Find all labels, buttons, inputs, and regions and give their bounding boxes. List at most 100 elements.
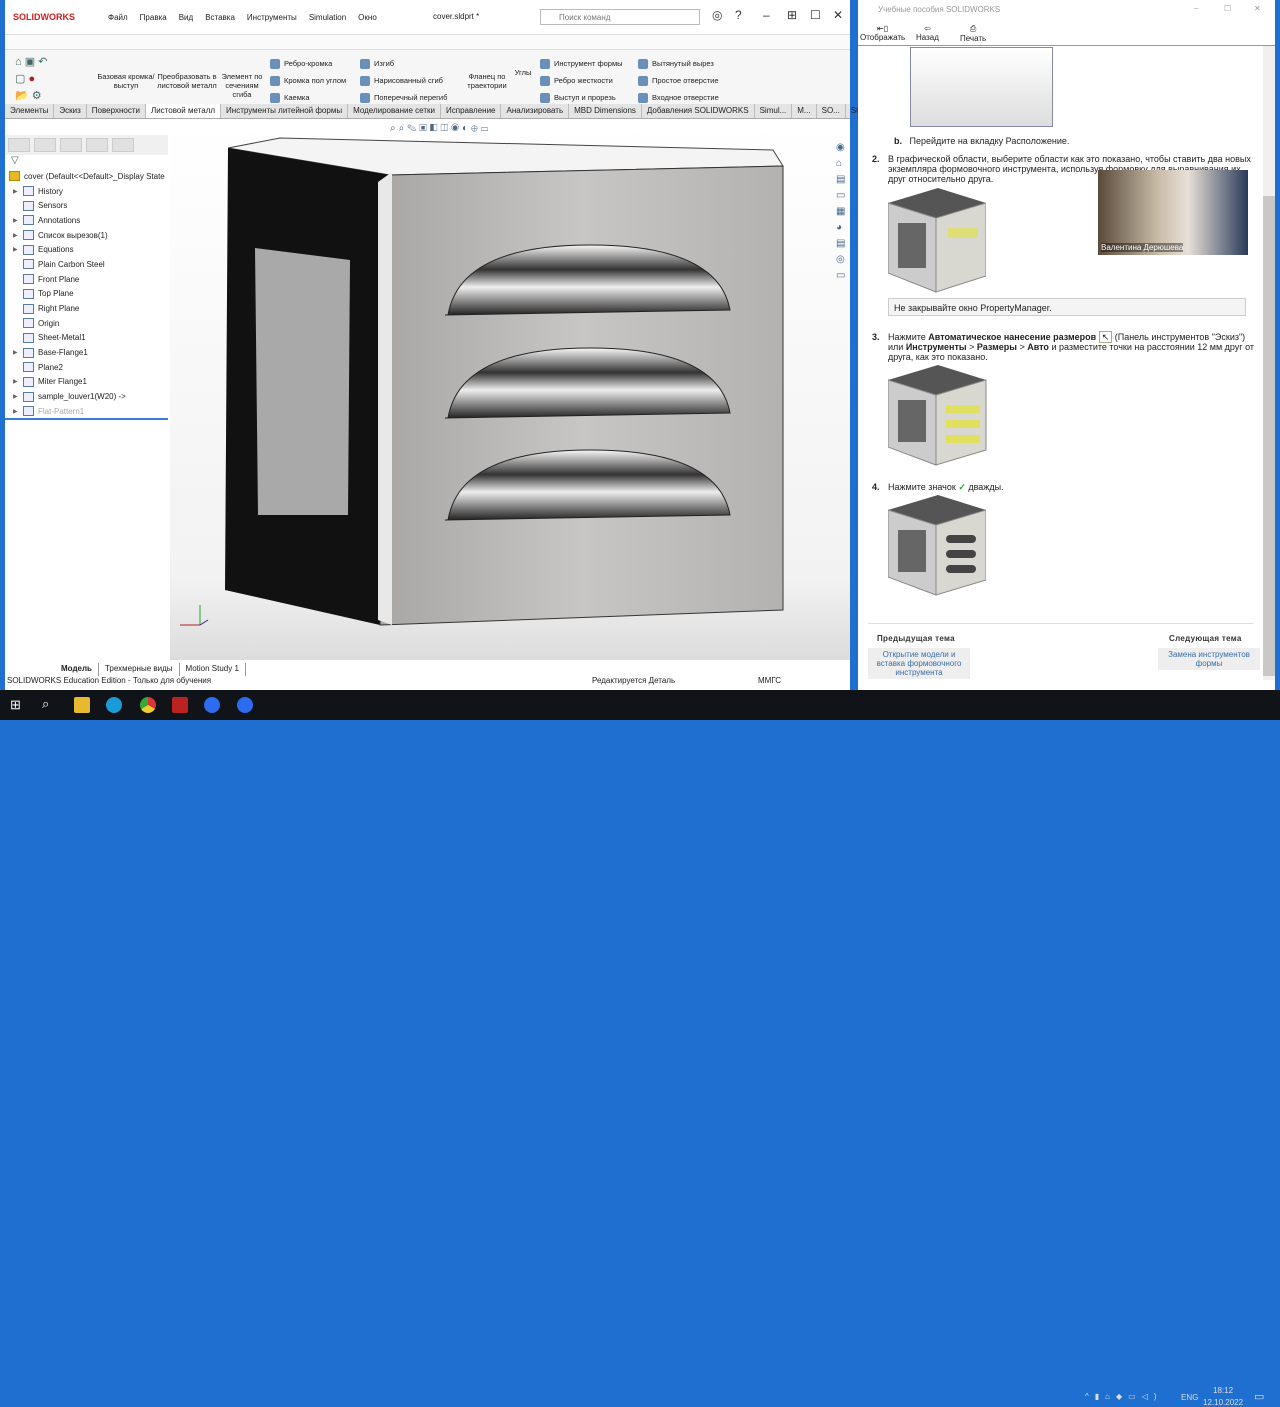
tab-0[interactable]: Элементы xyxy=(5,104,55,118)
forming-tool-button[interactable]: Инструмент формы xyxy=(540,55,623,72)
expand-arrow-icon[interactable]: ▶ xyxy=(13,188,23,195)
tree-item[interactable]: ▶ Flat-Pattern1 xyxy=(5,404,168,419)
feature-tree-tab[interactable] xyxy=(8,138,30,152)
menu-edit[interactable]: Правка xyxy=(140,13,167,22)
rebuild-icon[interactable]: ● xyxy=(28,73,35,85)
expand-arrow-icon[interactable]: ▶ xyxy=(13,217,23,224)
jog-button[interactable]: Изгиб xyxy=(360,55,447,72)
zoom-icon-2[interactable] xyxy=(237,697,253,713)
tab-4[interactable]: Инструменты литейной формы xyxy=(221,104,349,118)
scrollbar[interactable] xyxy=(1263,46,1275,680)
system-tray-icons[interactable]: ^▮⌂◆▭◁) xyxy=(1085,1392,1163,1401)
restore-panes-button[interactable]: ⊞ xyxy=(787,8,797,22)
expand-arrow-icon[interactable]: ▶ xyxy=(13,232,23,239)
simple-hole-button[interactable]: Простое отверстие xyxy=(638,72,719,89)
help-maximize-button[interactable]: ☐ xyxy=(1224,4,1231,13)
tab-3[interactable]: Листовой металл xyxy=(145,104,222,118)
tab-9[interactable]: Добавления SOLIDWORKS xyxy=(642,104,755,118)
tab-3d-views[interactable]: Трехмерные виды xyxy=(99,663,180,676)
menu-tools[interactable]: Инструменты xyxy=(247,13,297,22)
maximize-button[interactable]: ☐ xyxy=(810,8,821,22)
menu-simulation[interactable]: Simulation xyxy=(309,13,346,22)
sketched-bend-button[interactable]: Нарисованный сгиб xyxy=(360,72,447,89)
tree-item[interactable]: Plain Carbon Steel xyxy=(5,257,168,272)
expand-arrow-icon[interactable]: ▶ xyxy=(13,408,23,415)
tree-item[interactable]: ▶ History xyxy=(5,184,168,199)
tree-item[interactable]: ▶ Base-Flange1 xyxy=(5,345,168,360)
tab-1[interactable]: Эскиз xyxy=(54,104,87,118)
tree-item[interactable]: ▶ Список вырезов(1) xyxy=(5,228,168,243)
tab-7[interactable]: Анализировать xyxy=(501,104,570,118)
tree-item[interactable]: ▶ Miter Flange1 xyxy=(5,375,168,390)
tree-item[interactable]: Front Plane xyxy=(5,272,168,287)
tree-item[interactable]: Top Plane xyxy=(5,287,168,302)
help-close-button[interactable]: ✕ xyxy=(1254,4,1261,13)
menu-window[interactable]: Окно xyxy=(358,13,377,22)
property-manager-tab[interactable] xyxy=(34,138,56,152)
tab-10[interactable]: Simul... xyxy=(755,104,793,118)
edge-flange-button[interactable]: Ребро-кромка xyxy=(270,55,346,72)
print-button[interactable]: ⎙ Печать xyxy=(960,24,986,43)
user-icon[interactable]: ◎ xyxy=(712,8,722,22)
windows-start-icon[interactable]: ⊞ xyxy=(10,697,21,713)
miter-flange-button[interactable]: Кромка пол углом xyxy=(270,72,346,89)
language-indicator[interactable]: ENG xyxy=(1181,1393,1198,1402)
open-icon[interactable]: 📂 xyxy=(15,90,29,102)
file-explorer-icon[interactable] xyxy=(74,697,90,713)
menu-view[interactable]: Вид xyxy=(179,13,193,22)
tab-11[interactable]: M... xyxy=(792,104,817,118)
command-search-input[interactable]: Поиск команд xyxy=(540,9,700,25)
dimxpert-tab[interactable] xyxy=(86,138,108,152)
previous-topic-link[interactable]: Открытие модели и вставка формовочного и… xyxy=(868,648,970,679)
swept-flange-button[interactable]: Фланец по траектории xyxy=(463,72,511,90)
help-minimize-button[interactable]: – xyxy=(1194,4,1198,13)
tree-item[interactable]: ▶ Equations xyxy=(5,242,168,257)
zoom-icon[interactable] xyxy=(204,697,220,713)
convert-to-sheet-metal-button[interactable]: Преобразовать в листовой металл xyxy=(157,72,217,90)
corners-button[interactable]: Углы xyxy=(513,68,533,77)
display-manager-tab[interactable] xyxy=(112,138,134,152)
configuration-tab[interactable] xyxy=(60,138,82,152)
tab-8[interactable]: MBD Dimensions xyxy=(569,104,642,118)
tree-item[interactable]: Sheet-Metal1 xyxy=(5,331,168,346)
task-pane-tabs[interactable]: ◉ ⌂ ▤ ▭ ▦ ◕ ▤ ◎ ▭ xyxy=(836,140,850,284)
tab-6[interactable]: Исправление xyxy=(441,104,502,118)
clock-date[interactable]: 12.10.2022 xyxy=(1203,1398,1243,1407)
lofted-bend-button[interactable]: Элемент по сечениям сгиба xyxy=(218,72,266,99)
options-icon[interactable]: ⚙ xyxy=(32,90,42,102)
tree-item[interactable]: Sensors xyxy=(5,198,168,213)
show-button[interactable]: ⇤▯ Отображать xyxy=(860,24,905,42)
search-icon[interactable]: ⌕ xyxy=(42,696,49,712)
tab-motion-study[interactable]: Motion Study 1 xyxy=(180,663,246,676)
minimize-button[interactable]: – xyxy=(763,8,770,22)
base-flange-button[interactable]: Базовая кромка/выступ xyxy=(97,72,155,90)
tree-item[interactable]: ▶ sample_louver1(W20) -> xyxy=(5,389,168,404)
home-icon[interactable]: ⌂ xyxy=(15,56,22,68)
notifications-icon[interactable]: ▭ xyxy=(1254,1390,1264,1403)
tree-item[interactable]: ▶ Annotations xyxy=(5,213,168,228)
new-file-icon[interactable]: ▢ xyxy=(15,73,25,85)
units-selector[interactable]: ММГС xyxy=(758,676,781,685)
expand-arrow-icon[interactable]: ▶ xyxy=(13,393,23,400)
save-icon[interactable]: ▣ xyxy=(25,56,35,68)
solidworks-taskbar-icon[interactable] xyxy=(172,697,188,713)
graphics-area[interactable]: ⌕⌕✎▣◧◫◉◐⊕▭ ◉ ⌂ ▤ ▭ ▦ ◕ ▤ ◎ ▭ xyxy=(170,120,850,660)
help-icon[interactable]: ? xyxy=(735,8,742,22)
menu-insert[interactable]: Вставка xyxy=(205,13,235,22)
expand-arrow-icon[interactable]: ▶ xyxy=(13,349,23,356)
expand-arrow-icon[interactable]: ▶ xyxy=(13,378,23,385)
tree-item[interactable]: Origin xyxy=(5,316,168,331)
tree-item[interactable]: Plane2 xyxy=(5,360,168,375)
tree-item[interactable]: Right Plane xyxy=(5,301,168,316)
clock-time[interactable]: 18:12 xyxy=(1213,1386,1233,1395)
tab-5[interactable]: Моделирование сетки xyxy=(348,104,441,118)
chrome-icon[interactable] xyxy=(140,697,156,713)
filter-icon[interactable]: ▽ xyxy=(5,155,168,169)
edge-icon[interactable] xyxy=(106,697,122,713)
next-topic-link[interactable]: Замена инструментов формы xyxy=(1158,648,1260,670)
tab-2[interactable]: Поверхности xyxy=(87,104,146,118)
tree-root[interactable]: cover (Default<<Default>_Display State xyxy=(5,169,168,184)
back-button[interactable]: ⇦ Назад xyxy=(916,24,939,42)
sheet-metal-gusset-button[interactable]: Ребро жесткости xyxy=(540,72,623,89)
menu-file[interactable]: Файл xyxy=(108,13,128,22)
